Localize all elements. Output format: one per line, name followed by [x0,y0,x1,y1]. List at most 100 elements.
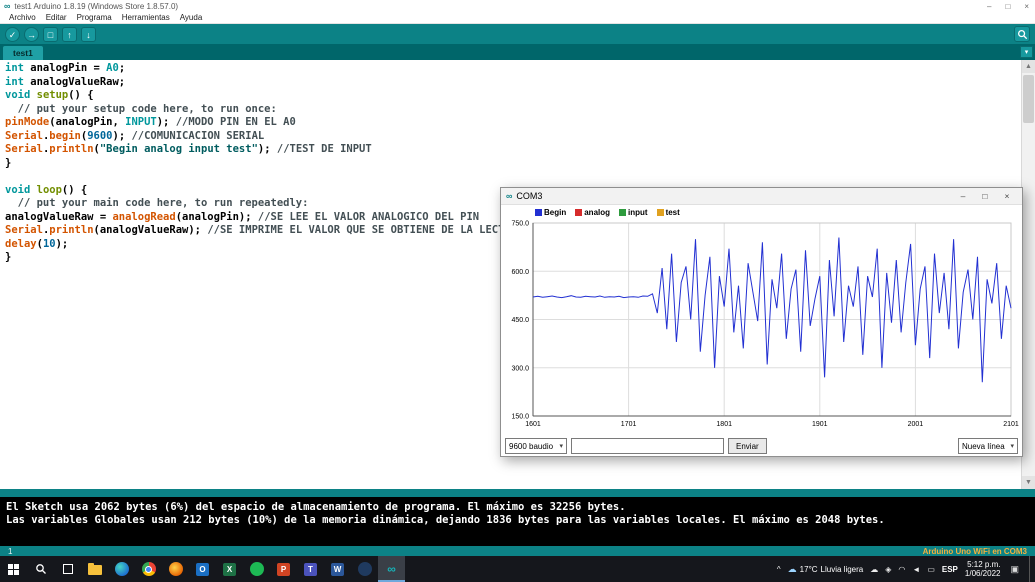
chevron-down-icon: ▾ [1010,442,1014,450]
steam-icon[interactable] [351,556,378,582]
task-view-icon[interactable] [54,556,81,582]
serial-monitor-button[interactable] [1014,26,1030,42]
menu-herramientas[interactable]: Herramientas [117,13,175,22]
tab-menu-button[interactable]: ▾ [1020,46,1033,58]
svg-text:1701: 1701 [621,421,637,428]
signal-line [533,238,1011,383]
code-line[interactable]: void setup() { [5,89,1021,103]
firefox-icon[interactable] [162,556,189,582]
menu-programa[interactable]: Programa [72,13,117,22]
chrome-icon[interactable] [135,556,162,582]
code-line[interactable]: // put your setup code here, to run once… [5,103,1021,117]
arduino-app-icon: ∞ [506,192,512,201]
plotter-body: Beginanaloginputtest 150.0300.0450.0600.… [501,205,1022,457]
send-button[interactable]: Enviar [728,438,767,454]
menu-ayuda[interactable]: Ayuda [175,13,208,22]
plotter-titlebar[interactable]: ∞ COM3 – □ × [501,188,1022,205]
line-ending-value: Nueva línea [962,442,1005,451]
clock[interactable]: 5:12 p.m. 1/06/2022 [965,560,1001,578]
security-shield-icon[interactable]: ◈ [885,565,891,574]
edge-icon[interactable] [108,556,135,582]
verify-button[interactable]: ✓ [5,27,20,42]
svg-text:1801: 1801 [716,421,732,428]
arduino-icon[interactable]: ∞ [378,556,405,582]
legend-item: input [619,208,648,217]
code-line[interactable]: Serial.println("Begin analog input test"… [5,143,1021,157]
plot-area: 150.0300.0450.0600.0750.0160117011801190… [503,218,1019,436]
close-button[interactable]: × [1024,2,1029,11]
code-line[interactable]: } [5,157,1021,171]
file-explorer-icon[interactable] [81,556,108,582]
wifi-icon[interactable]: ◠ [898,565,905,574]
weather-desc: Lluvia ligera [821,565,864,574]
svg-text:2001: 2001 [908,421,924,428]
weather-widget[interactable]: ☁ 17°C Lluvia ligera [788,564,864,575]
code-line[interactable] [5,170,1021,184]
tab-test1[interactable]: test1 [3,46,43,60]
scroll-up-icon[interactable]: ▲ [1022,60,1035,73]
svg-text:1901: 1901 [812,421,828,428]
tray-time: 5:12 p.m. [967,560,1000,569]
legend-item: analog [575,208,610,217]
spotify-icon[interactable] [243,556,270,582]
plotter-title: COM3 [516,191,542,201]
code-line[interactable]: Serial.begin(9600); //COMUNICACION SERIA… [5,130,1021,144]
legend-item: Begin [535,208,566,217]
line-ending-select[interactable]: Nueva línea ▾ [958,438,1018,454]
search-icon[interactable] [27,556,54,582]
plotter-close-button[interactable]: × [997,191,1017,201]
upload-button[interactable]: → [24,27,39,42]
svg-text:450.0: 450.0 [511,317,529,324]
svg-text:600.0: 600.0 [511,269,529,276]
svg-text:2101: 2101 [1003,421,1019,428]
plot-legend: Beginanaloginputtest [535,208,680,217]
ide-titlebar: ∞ test1 Arduino 1.8.19 (Windows Store 1.… [0,0,1035,12]
word-icon[interactable]: W [324,556,351,582]
maximize-button[interactable]: □ [1005,2,1010,11]
battery-icon[interactable]: ▭ [927,565,935,574]
onedrive-icon[interactable]: ☁ [870,565,878,574]
menu-editar[interactable]: Editar [41,13,72,22]
tray-date: 1/06/2022 [965,569,1001,578]
status-strip [0,489,1035,497]
board-port-indicator: Arduino Uno WiFi en COM3 [923,547,1027,556]
save-sketch-button[interactable]: ↓ [81,27,96,42]
start-button[interactable] [0,556,27,582]
language-indicator[interactable]: ESP [942,565,958,574]
console-line: El Sketch usa 2062 bytes (6%) del espaci… [6,501,1029,514]
serial-plotter-window: ∞ COM3 – □ × Beginanaloginputtest 150.03… [500,187,1023,457]
weather-temp: 17°C [800,565,818,574]
menu-archivo[interactable]: Archivo [4,13,41,22]
weather-icon: ☁ [788,564,797,575]
ide-statusbar: 1 Arduino Uno WiFi en COM3 [0,546,1035,556]
new-sketch-button[interactable]: □ [43,27,58,42]
show-desktop-button[interactable] [1029,556,1033,582]
svg-text:300.0: 300.0 [511,365,529,372]
code-line[interactable]: pinMode(analogPin, INPUT); //MODO PIN EN… [5,116,1021,130]
menu-bar: ArchivoEditarProgramaHerramientasAyuda [0,12,1035,24]
editor-scrollbar[interactable]: ▲ ▼ [1021,60,1035,489]
console-line: Las variables Globales usan 212 bytes (1… [6,514,1029,527]
tab-strip: test1 ▾ [0,44,1035,60]
teams-icon[interactable]: T [297,556,324,582]
notification-center-icon[interactable]: ▣ [1007,564,1022,575]
open-sketch-button[interactable]: ↑ [62,27,77,42]
windows-taskbar: OXPTW∞ ^ ☁ 17°C Lluvia ligera ☁ ◈ ◠ ◄ ▭ … [0,556,1035,582]
baud-select[interactable]: 9600 baudio ▾ [505,438,567,454]
plotter-controls: 9600 baudio ▾ Enviar Nueva línea ▾ [505,438,1018,454]
code-line[interactable]: int analogValueRaw; [5,76,1021,90]
plotter-maximize-button[interactable]: □ [975,191,995,201]
tray-chevron-icon[interactable]: ^ [777,565,781,574]
code-line[interactable]: int analogPin = A0; [5,62,1021,76]
outlook-icon[interactable]: O [189,556,216,582]
powerpoint-icon[interactable]: P [270,556,297,582]
svg-text:1601: 1601 [525,421,541,428]
minimize-button[interactable]: – [987,2,991,11]
cursor-line-indicator: 1 [8,547,12,556]
volume-icon[interactable]: ◄ [912,565,920,574]
send-input[interactable] [571,438,724,454]
plotter-minimize-button[interactable]: – [953,191,973,201]
scrollbar-thumb[interactable] [1023,75,1034,123]
excel-icon[interactable]: X [216,556,243,582]
scroll-down-icon[interactable]: ▼ [1022,476,1035,489]
